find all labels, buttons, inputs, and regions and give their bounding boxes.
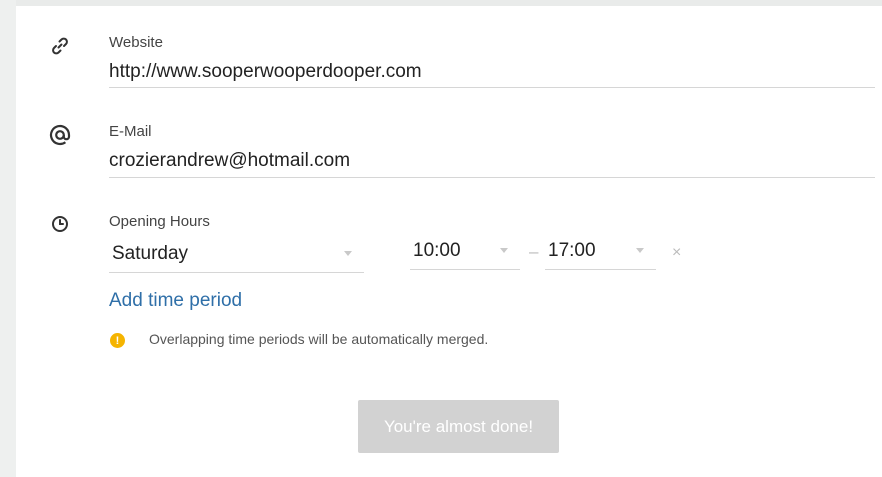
chevron-down-icon <box>344 251 352 256</box>
time-range-separator: – <box>529 242 539 261</box>
chevron-down-icon <box>500 248 508 253</box>
background-strip-left <box>0 0 16 477</box>
day-select[interactable]: Saturday <box>109 236 364 273</box>
warning-icon: ! <box>110 333 125 348</box>
email-label: E-Mail <box>109 123 152 140</box>
opening-hours-label: Opening Hours <box>109 213 210 230</box>
remove-period-icon[interactable]: × <box>672 244 681 262</box>
chevron-down-icon <box>636 248 644 253</box>
submit-button[interactable]: You're almost done! <box>358 400 559 453</box>
to-time-select[interactable]: 17:00 <box>545 233 656 270</box>
link-icon <box>49 35 71 57</box>
form-card: Website E-Mail Opening Hours Saturday 10… <box>16 6 882 477</box>
day-select-value: Saturday <box>112 243 189 264</box>
add-time-period-link[interactable]: Add time period <box>109 290 242 312</box>
email-underline <box>109 177 875 178</box>
email-input[interactable] <box>109 149 869 173</box>
from-time-value: 10:00 <box>413 240 461 261</box>
from-time-select[interactable]: 10:00 <box>410 233 520 270</box>
overlap-notice: Overlapping time periods will be automat… <box>149 331 489 347</box>
website-label: Website <box>109 34 163 51</box>
at-icon <box>48 123 72 147</box>
website-underline <box>109 87 875 88</box>
to-time-value: 17:00 <box>548 240 596 261</box>
clock-icon <box>49 213 71 235</box>
website-input[interactable] <box>109 60 869 84</box>
